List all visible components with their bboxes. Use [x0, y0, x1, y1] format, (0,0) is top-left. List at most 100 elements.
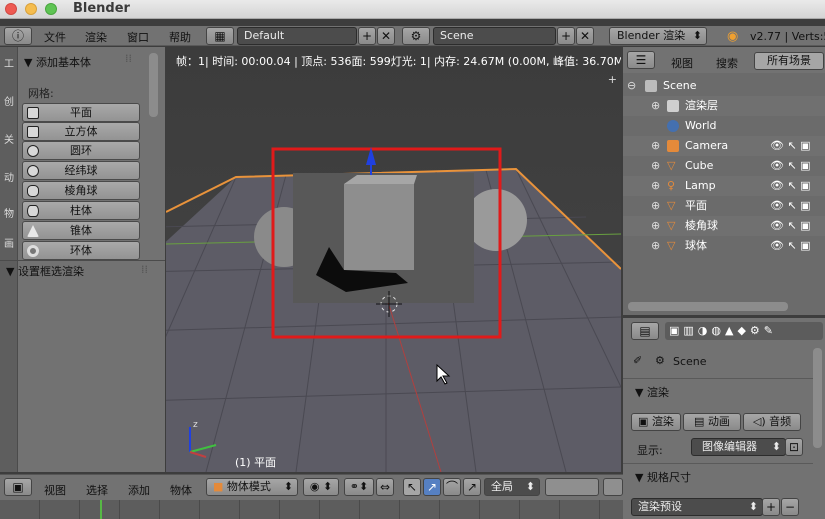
render-preset-select[interactable]: 渲染预设 ⬍ [631, 498, 763, 516]
add-uv-sphere-button[interactable]: 经纬球 [22, 161, 140, 180]
transform-orientation-select[interactable]: 全局 ⬍ [484, 478, 540, 496]
expand-icon[interactable]: ⊕ [651, 156, 660, 176]
minimize-window-button[interactable] [25, 3, 37, 15]
expand-icon[interactable]: ⊕ [651, 136, 660, 156]
add-primitive-panel-title[interactable]: ▼ 添加基本体 [24, 54, 91, 70]
properties-context-tabs[interactable]: ▣▥◑◍▲◆⚙✎ [665, 322, 823, 340]
properties-toggle-icon[interactable]: + [608, 73, 617, 86]
tab-physics[interactable]: 物 [1, 209, 17, 241]
visibility-eye-icon[interactable]: 👁 ↖ ▣ [770, 236, 825, 256]
menu-render[interactable]: 渲染 [85, 29, 107, 45]
add-scene-icon[interactable]: + [557, 27, 575, 45]
editor-type-button[interactable]: ⓘ [4, 27, 32, 45]
expand-icon[interactable]: ⊕ [651, 196, 660, 216]
shading-select[interactable]: ◉ ⬍ [303, 478, 339, 496]
pin-icon[interactable]: ✐ [633, 354, 642, 367]
add-circle-button[interactable]: 圆环 [22, 141, 140, 160]
scale-icon[interactable]: ⌒ [443, 478, 461, 496]
add-cylinder-button[interactable]: 柱体 [22, 201, 140, 220]
visibility-eye-icon[interactable]: 👁 ↖ ▣ [770, 216, 825, 236]
animation-button[interactable]: ▤ 动画 [683, 413, 741, 431]
layout-icon[interactable]: ▦ [206, 27, 234, 45]
tool-shelf-scrollbar[interactable] [149, 53, 158, 117]
properties-editor-icon[interactable]: ▤ [631, 322, 659, 340]
rotate-icon[interactable]: ↗ [423, 478, 441, 496]
audio-button[interactable]: ◁) 音频 [743, 413, 801, 431]
layers-grid-extra[interactable] [603, 478, 623, 496]
expand-icon[interactable]: ⊕ [651, 236, 660, 256]
outliner-menu-search[interactable]: 搜索 [716, 55, 738, 71]
menu-window[interactable]: 窗口 [127, 29, 149, 45]
visibility-eye-icon[interactable]: 👁 ↖ ▣ [770, 136, 825, 156]
render-layers-icon [667, 100, 679, 112]
cube-object [344, 184, 414, 270]
tab-tools[interactable]: 工 [1, 59, 17, 91]
add-plane-label: 平面 [70, 106, 92, 119]
add-preset-icon[interactable]: + [762, 498, 780, 516]
tab-animation[interactable]: 动 [1, 173, 17, 205]
outliner-editor-icon[interactable]: ☰ [627, 51, 655, 69]
menu-view[interactable]: 视图 [44, 482, 66, 498]
manipulator-icon[interactable]: ↗ [463, 478, 481, 496]
properties-scrollbar[interactable] [813, 348, 822, 448]
film-icon: ▤ [694, 415, 708, 428]
layers-grid[interactable] [545, 478, 599, 496]
outliner-label: 棱角球 [685, 219, 718, 232]
layout-field[interactable]: Default [237, 27, 357, 45]
outliner-row-scene[interactable]: ⊖ Scene [623, 76, 825, 96]
menu-object[interactable]: 物体 [170, 482, 192, 498]
outliner-label: 渲染层 [685, 99, 718, 112]
cone-icon [27, 225, 39, 237]
add-ico-sphere-button[interactable]: 棱角球 [22, 181, 140, 200]
drag-handle-icon[interactable]: ⁞⁞ [141, 263, 148, 276]
visibility-eye-icon[interactable]: 👁 ↖ ▣ [770, 196, 825, 216]
display-select[interactable]: 图像编辑器 ⬍ [691, 438, 786, 456]
tab-create[interactable]: 创 [1, 97, 17, 129]
remove-preset-icon[interactable]: − [781, 498, 799, 516]
translate-icon[interactable]: ↖ [403, 478, 421, 496]
scene-field[interactable]: Scene [433, 27, 556, 45]
visibility-eye-icon[interactable]: 👁 ↖ ▣ [770, 156, 825, 176]
collapse-icon[interactable]: ⊖ [627, 76, 636, 96]
expand-icon[interactable]: ⊕ [651, 176, 660, 196]
manipulator-toggle-icon[interactable]: ⇔ [376, 478, 394, 496]
close-window-button[interactable] [5, 3, 17, 15]
world-icon [667, 120, 679, 132]
timeline[interactable] [0, 500, 623, 519]
outliner-row-render-layers[interactable]: ⊕ 渲染层 [623, 96, 825, 116]
menu-select[interactable]: 选择 [86, 482, 108, 498]
render-panel-title[interactable]: ▼ 渲染 [635, 384, 669, 400]
set-render-border-panel-title[interactable]: ▼ 设置框选渲染 [6, 263, 84, 279]
maximize-window-button[interactable] [45, 3, 57, 15]
outliner-row-world[interactable]: World [623, 116, 825, 136]
lock-interface-icon[interactable]: ⊡ [785, 438, 803, 456]
remove-scene-icon[interactable]: ✕ [576, 27, 594, 45]
display-mode-select[interactable]: 所有场景 [754, 52, 824, 70]
add-cone-button[interactable]: 锥体 [22, 221, 140, 240]
add-cube-button[interactable]: 立方体 [22, 122, 140, 141]
menu-help[interactable]: 帮助 [169, 29, 191, 45]
outliner-scrollbar[interactable] [628, 302, 788, 311]
viewport-editor-icon[interactable]: ▣ [4, 478, 32, 496]
pivot-select[interactable]: ⚭⬍ [344, 478, 374, 496]
outliner-menu-view[interactable]: 视图 [671, 55, 693, 71]
scene-icon[interactable]: ⚙ [402, 27, 430, 45]
3d-viewport[interactable]: z 帧：1| 时间: 00:00.04 | 顶点: 536面: 599灯光: 1… [166, 47, 621, 472]
menu-file[interactable]: 文件 [44, 29, 66, 45]
visibility-eye-icon[interactable]: 👁 ↖ ▣ [770, 176, 825, 196]
drag-handle-icon[interactable]: ⁞⁞ [125, 52, 132, 65]
add-torus-button[interactable]: 环体 [22, 241, 140, 260]
remove-layout-icon[interactable]: ✕ [377, 27, 395, 45]
dimensions-panel-title[interactable]: ▼ 规格尺寸 [635, 469, 691, 485]
mode-select[interactable]: ■ 物体模式 ⬍ [206, 478, 298, 496]
expand-icon[interactable]: ⊕ [651, 96, 660, 116]
render-preset-value: 渲染预设 [638, 500, 682, 513]
scene-icon [645, 80, 657, 92]
menu-add[interactable]: 添加 [128, 482, 150, 498]
expand-icon[interactable]: ⊕ [651, 216, 660, 236]
tab-relations[interactable]: 关 [1, 135, 17, 167]
render-engine-select[interactable]: Blender 渲染 ⬍ [609, 27, 707, 45]
add-plane-button[interactable]: 平面 [22, 103, 140, 122]
render-button[interactable]: ▣ 渲染 [631, 413, 681, 431]
add-layout-icon[interactable]: + [358, 27, 376, 45]
